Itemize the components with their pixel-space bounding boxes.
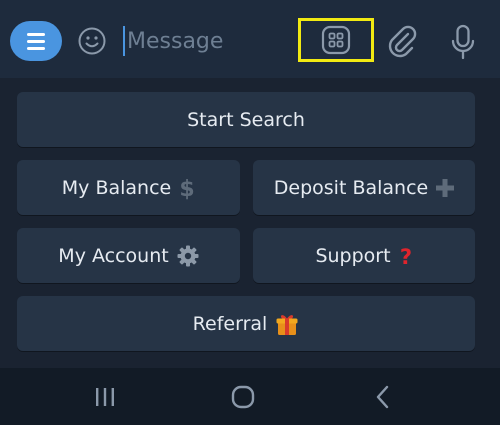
- start-search-label: Start Search: [187, 108, 305, 131]
- attach-button[interactable]: [386, 25, 418, 59]
- start-search-button[interactable]: Start Search: [17, 92, 475, 147]
- gear-icon: [177, 245, 199, 267]
- home-button[interactable]: [228, 382, 258, 412]
- voice-message-button[interactable]: [450, 24, 476, 60]
- gift-icon: [275, 312, 299, 336]
- message-composer: [0, 0, 500, 78]
- bot-commands-button[interactable]: [298, 18, 374, 62]
- microphone-icon: [451, 24, 475, 60]
- referral-button[interactable]: Referral: [17, 296, 475, 351]
- system-navigation-bar: [0, 368, 500, 425]
- paperclip-icon: [388, 25, 417, 58]
- question-mark-icon: ?: [399, 245, 413, 267]
- bot-commands-grid-icon: [321, 25, 351, 55]
- recents-icon: [96, 388, 114, 406]
- bot-menu-button[interactable]: [10, 21, 62, 61]
- smiley-icon: [78, 27, 106, 55]
- hamburger-menu-icon: [27, 32, 45, 36]
- emoji-button[interactable]: [78, 27, 106, 55]
- bot-reply-keyboard: Start Search My Balance $ Deposit Balanc…: [0, 78, 500, 368]
- referral-label: Referral: [192, 312, 268, 335]
- text-caret: [123, 26, 125, 56]
- my-account-label: My Account: [58, 244, 169, 267]
- svg-text:$: $: [180, 177, 195, 200]
- home-icon: [231, 385, 255, 409]
- deposit-balance-button[interactable]: Deposit Balance: [253, 160, 475, 215]
- deposit-balance-label: Deposit Balance: [273, 176, 429, 199]
- svg-text:?: ?: [399, 245, 411, 267]
- recents-button[interactable]: [90, 382, 120, 412]
- back-icon: [376, 385, 389, 409]
- my-balance-button[interactable]: My Balance $: [17, 160, 240, 215]
- my-account-button[interactable]: My Account: [17, 228, 240, 283]
- plus-icon: [436, 178, 455, 197]
- back-button[interactable]: [368, 382, 398, 412]
- support-label: Support: [315, 244, 391, 267]
- support-button[interactable]: Support ?: [253, 228, 475, 283]
- dollar-icon: $: [179, 176, 195, 200]
- my-balance-label: My Balance: [61, 176, 172, 199]
- message-input[interactable]: [127, 22, 287, 60]
